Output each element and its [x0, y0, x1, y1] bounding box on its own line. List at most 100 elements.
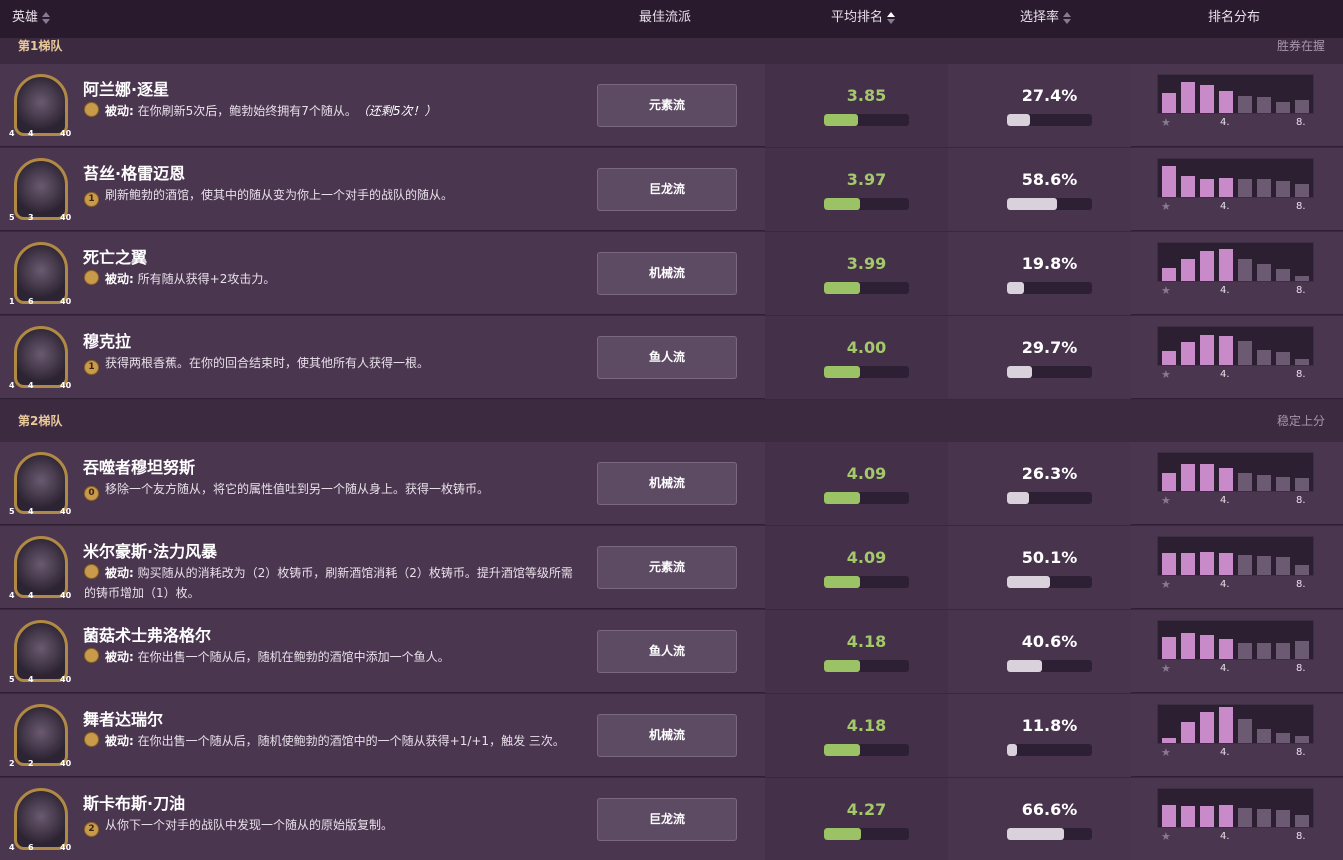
avg-column-header[interactable]: 平均排名 — [831, 0, 896, 38]
pick-rate-value: 40.6% — [1021, 632, 1078, 651]
hero-power-text: 1 获得两根香蕉。在你的回合结束时，使其他所有人获得一根。 — [84, 353, 574, 375]
hero-portrait-frame — [14, 158, 68, 220]
hero-stat: 4 — [9, 591, 15, 600]
sort-icon[interactable] — [887, 11, 896, 24]
pick-column-bg — [948, 232, 1131, 315]
avg-rank-bar-fill — [824, 744, 860, 756]
distribution-bar-4 — [1219, 336, 1233, 365]
hero-portrait[interactable]: 5 4 40 — [6, 450, 74, 518]
distribution-bar-2 — [1181, 259, 1195, 281]
distribution-bar-7 — [1276, 810, 1290, 827]
distribution-bar-2 — [1181, 176, 1195, 197]
avg-rank-bar-fill — [824, 114, 858, 126]
hero-row[interactable]: 2 2 40 舞者达瑞尔 被动: 在你出售一个随从后，随机使鲍勃的酒馆中的一个随从获得+… — [0, 694, 1343, 777]
comp-button[interactable]: 机械流 — [597, 462, 737, 505]
distribution-axis-label: 8. — [1296, 663, 1306, 674]
hero-row[interactable]: 4 6 40 斯卡布斯·刀油 2 从你下一个对手的战队中发现一个随从的原始版复制。 巨龙流 4… — [0, 778, 1343, 860]
sort-icon[interactable] — [42, 11, 51, 24]
rank-distribution-chart: ★ 4. 8. — [1157, 788, 1314, 848]
avg-rank-bar — [824, 576, 909, 588]
distribution-axis-label: 8. — [1296, 285, 1306, 296]
hero-name[interactable]: 舞者达瑞尔 — [83, 706, 163, 730]
hero-row[interactable]: 5 4 40 吞噬者穆坦努斯 0 移除一个友方随从，将它的属性值吐到另一个随从身上。获得一… — [0, 442, 1343, 525]
hero-portrait[interactable]: 4 4 40 — [6, 534, 74, 602]
avg-rank-value: 4.18 — [846, 716, 887, 735]
passive-label: 被动: — [105, 650, 134, 664]
comp-button[interactable]: 巨龙流 — [597, 168, 737, 211]
distribution-bar-6 — [1257, 729, 1271, 743]
distribution-bar-7 — [1276, 643, 1290, 659]
distribution-bar-5 — [1238, 96, 1252, 113]
comp-button[interactable]: 机械流 — [597, 252, 737, 295]
distribution-axis-label: 4. — [1220, 369, 1230, 380]
hero-portrait[interactable]: 2 2 40 — [6, 702, 74, 770]
hero-portrait-frame — [14, 788, 68, 850]
comp-button[interactable]: 鱼人流 — [597, 630, 737, 673]
pick-column-header[interactable]: 选择率 — [1020, 0, 1072, 38]
power-description: 从你下一个对手的战队中发现一个随从的原始版复制。 — [105, 818, 394, 832]
avg-column-label: 平均排名 — [831, 10, 884, 25]
distribution-bar-1 — [1162, 738, 1176, 743]
hero-row[interactable]: 1 6 40 死亡之翼 被动: 所有随从获得+2攻击力。 机械流 3.99 19.8% ★ 4. 8… — [0, 232, 1343, 315]
comp-button[interactable]: 鱼人流 — [597, 336, 737, 379]
hero-stat: 4 — [9, 129, 15, 138]
hero-portrait[interactable]: 4 4 40 — [6, 324, 74, 392]
hero-row[interactable]: 5 4 40 菌菇术士弗洛格尔 被动: 在你出售一个随从后，随机在鲍勃的酒馆中添加一个鱼… — [0, 610, 1343, 693]
hero-name[interactable]: 苔丝·格雷迈恩 — [83, 160, 185, 184]
avg-rank-value: 3.85 — [846, 86, 887, 105]
pick-rate-bar-fill — [1007, 114, 1031, 126]
hero-portrait[interactable]: 1 6 40 — [6, 240, 74, 308]
hero-name[interactable]: 米尔豪斯·法力风暴 — [83, 538, 217, 562]
comp-button[interactable]: 元素流 — [597, 84, 737, 127]
hero-row[interactable]: 4 4 40 阿兰娜·逐星 被动: 在你刷新5次后，鲍勃始终拥有7个随从。 （还剩5次！）… — [0, 64, 1343, 147]
comp-button[interactable]: 元素流 — [597, 546, 737, 589]
hero-portrait[interactable]: 5 3 40 — [6, 156, 74, 224]
avg-column-bg — [765, 694, 948, 777]
distribution-bar-3 — [1200, 552, 1214, 575]
pick-rate-bar-fill — [1007, 660, 1042, 672]
pick-column-bg — [948, 442, 1131, 525]
rank-distribution-chart: ★ 4. 8. — [1157, 74, 1314, 134]
hero-name[interactable]: 死亡之翼 — [83, 244, 147, 268]
sort-icon[interactable] — [1063, 11, 1072, 24]
hero-name[interactable]: 斯卡布斯·刀油 — [83, 790, 185, 814]
hero-name[interactable]: 吞噬者穆坦努斯 — [83, 454, 195, 478]
hero-portrait[interactable]: 5 4 40 — [6, 618, 74, 686]
comp-button[interactable]: 巨龙流 — [597, 798, 737, 841]
hero-name[interactable]: 阿兰娜·逐星 — [83, 76, 169, 100]
hero-portrait[interactable]: 4 4 40 — [6, 72, 74, 140]
avg-rank-bar-fill — [824, 198, 860, 210]
hero-stat: 2 — [28, 759, 34, 768]
hero-row[interactable]: 5 3 40 苔丝·格雷迈恩 1 刷新鲍勃的酒馆，使其中的随从变为你上一个对手的战队的随从… — [0, 148, 1343, 231]
coin-icon — [84, 270, 99, 285]
power-description: 所有随从获得+2攻击力。 — [137, 272, 276, 286]
distribution-bar-4 — [1219, 639, 1233, 659]
comp-button[interactable]: 机械流 — [597, 714, 737, 757]
hero-row[interactable]: 4 4 40 米尔豪斯·法力风暴 被动: 购买随从的消耗改为（2）枚铸币，刷新酒馆消耗（… — [0, 526, 1343, 609]
armor-stat: 40 — [60, 843, 72, 852]
pick-rate-value: 29.7% — [1021, 338, 1078, 357]
distribution-bar-4 — [1219, 249, 1233, 281]
passive-label: 被动: — [105, 566, 134, 580]
hero-stat: 6 — [28, 297, 34, 306]
hero-power-text: 被动: 在你刷新5次后，鲍勃始终拥有7个随从。 （还剩5次！） — [84, 101, 574, 121]
hero-row[interactable]: 4 4 40 穆克拉 1 获得两根香蕉。在你的回合结束时，使其他所有人获得一根。 鱼人流 4.… — [0, 316, 1343, 399]
distribution-bar-2 — [1181, 342, 1195, 365]
pick-rate-bar — [1007, 828, 1092, 840]
rank-distribution-chart: ★ 4. 8. — [1157, 536, 1314, 596]
avg-rank-bar — [824, 366, 909, 378]
distribution-bar-8 — [1295, 276, 1309, 281]
distribution-bar-8 — [1295, 815, 1309, 827]
distribution-bar-6 — [1257, 179, 1271, 197]
armor-stat: 40 — [60, 213, 72, 222]
hero-name[interactable]: 菌菇术士弗洛格尔 — [83, 622, 211, 646]
avg-rank-value: 4.09 — [846, 464, 887, 483]
distribution-plot — [1157, 704, 1314, 744]
avg-column-bg — [765, 64, 948, 147]
hero-portrait[interactable]: 4 6 40 — [6, 786, 74, 854]
hero-name[interactable]: 穆克拉 — [83, 328, 131, 352]
hero-column-header[interactable]: 英雄 — [12, 0, 51, 38]
hero-stat: 6 — [28, 843, 34, 852]
distribution-bar-4 — [1219, 707, 1233, 743]
table-header: 英雄 最佳流派 平均排名 选择率 排名分布 — [0, 0, 1343, 38]
